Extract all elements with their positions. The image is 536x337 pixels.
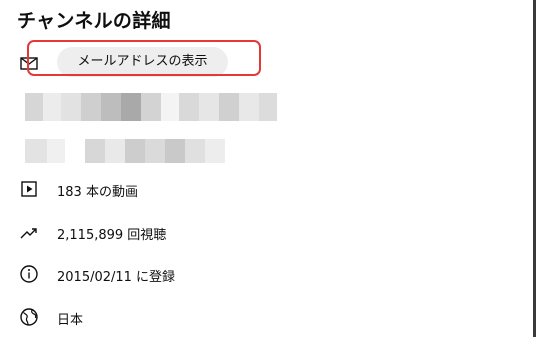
joined-date: 2015/02/11 に登録 bbox=[57, 270, 176, 285]
play-box-icon bbox=[19, 179, 39, 199]
panel-title: チャンネルの詳細 bbox=[17, 10, 171, 32]
redacted-link[interactable] bbox=[25, 93, 277, 121]
trending-up-icon bbox=[19, 222, 39, 242]
info-icon bbox=[19, 264, 39, 284]
redacted-link[interactable] bbox=[25, 139, 225, 163]
view-count: 2,115,899 回視聴 bbox=[57, 228, 167, 243]
video-count: 183 本の動画 bbox=[57, 185, 138, 200]
country: 日本 bbox=[57, 313, 84, 328]
highlight-box bbox=[27, 40, 261, 76]
channel-details-panel: チャンネルの詳細 メールアドレスの表示 183 本の動画 2,115,899 回… bbox=[0, 0, 533, 337]
globe-icon bbox=[19, 307, 39, 327]
